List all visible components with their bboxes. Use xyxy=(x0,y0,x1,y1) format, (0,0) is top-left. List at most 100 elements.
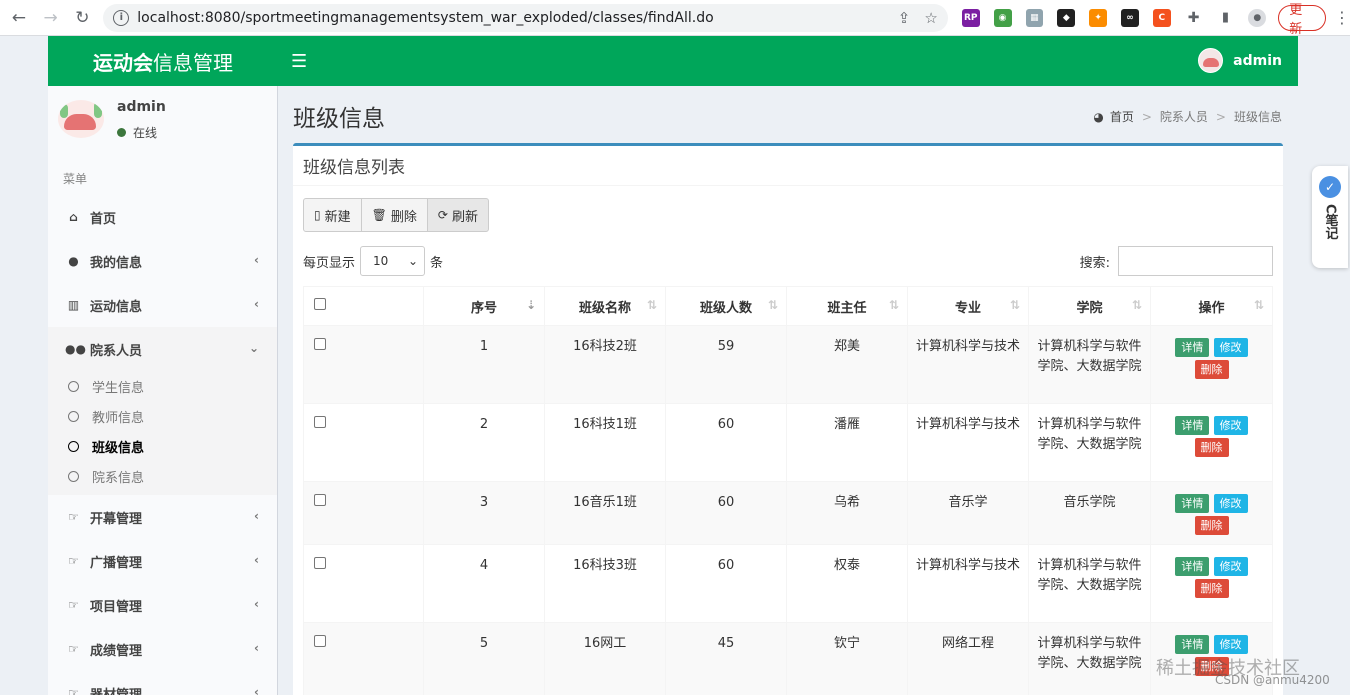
cell-count: 45 xyxy=(665,622,787,695)
bookmark-star-icon[interactable]: ☆ xyxy=(924,9,937,27)
row-checkbox[interactable] xyxy=(303,622,424,695)
circle-icon xyxy=(68,380,79,392)
edit-button[interactable]: 修改 xyxy=(1213,557,1248,576)
search-input[interactable] xyxy=(1118,246,1273,276)
breadcrumb-home[interactable]: 首页 xyxy=(1110,108,1134,125)
share-icon[interactable]: ⇪ xyxy=(898,9,911,27)
puzzle-extension-icon[interactable]: ✚ xyxy=(1184,8,1203,27)
cell-name: 16音乐1班 xyxy=(544,481,666,545)
cell-teacher: 乌希 xyxy=(786,481,908,545)
sort-icon: ⇅ xyxy=(767,298,778,312)
submenu-item-departments[interactable]: 院系信息 xyxy=(48,461,277,491)
cell-no: 2 xyxy=(423,403,545,482)
submenu-item-teachers[interactable]: 教师信息 xyxy=(48,401,277,431)
cell-no: 3 xyxy=(423,481,545,545)
update-button[interactable]: 更新 xyxy=(1278,3,1327,37)
sort-icon: ⇅ xyxy=(1131,298,1142,312)
sidebar-avatar xyxy=(58,100,104,138)
refresh-button[interactable]: ⟳ 刷新 xyxy=(426,198,489,232)
address-bar[interactable]: i localhost:8080/sportmeetingmanagements… xyxy=(103,3,948,32)
sidebar-item-my-info[interactable]: ● 我的信息 ‹ xyxy=(48,239,277,283)
cell-teacher: 钦宁 xyxy=(786,622,908,695)
page-title: 班级信息 xyxy=(293,106,385,132)
detail-button[interactable]: 详情 xyxy=(1175,416,1210,435)
column-header-teacher[interactable]: 班主任 ⇅ xyxy=(786,286,908,326)
sidebar-item-department-staff[interactable]: ●● 院系人员 ⌄ xyxy=(48,327,277,371)
profile-icon[interactable]: ● xyxy=(1248,8,1267,27)
row-checkbox[interactable] xyxy=(303,325,424,404)
breadcrumb-department-staff[interactable]: 院系人员 xyxy=(1160,108,1208,125)
delete-row-button[interactable]: 删除 xyxy=(1194,516,1229,535)
cell-college: 计算机科学与软件学院、大数据学院 xyxy=(1028,544,1151,623)
more-menu-icon[interactable]: ⋮ xyxy=(1334,8,1350,27)
chat-extension-icon[interactable]: ◉ xyxy=(993,8,1012,27)
delete-button[interactable]: 🗑 删除 xyxy=(360,198,428,232)
chevron-left-icon: ‹ xyxy=(254,297,259,311)
orange-extension-icon[interactable]: ✦ xyxy=(1089,8,1108,27)
watermark-credit: CSDN @anmu4200 xyxy=(1215,673,1330,687)
chevron-left-icon: ‹ xyxy=(254,553,259,567)
new-button[interactable]: ▯ 新建 xyxy=(303,198,362,232)
hand-pointer-icon: ☞ xyxy=(68,510,79,524)
edit-button[interactable]: 修改 xyxy=(1213,635,1248,654)
row-checkbox[interactable] xyxy=(303,403,424,482)
chevron-left-icon: ‹ xyxy=(254,509,259,523)
sidepanel-icon[interactable]: ▮ xyxy=(1216,8,1235,27)
image-extension-icon[interactable]: ▦ xyxy=(1025,8,1044,27)
reload-icon[interactable]: ↻ xyxy=(70,5,96,31)
detail-button[interactable]: 详情 xyxy=(1175,635,1210,654)
delete-row-button[interactable]: 删除 xyxy=(1194,579,1229,598)
chevron-left-icon: ‹ xyxy=(254,253,259,267)
sidebar-toggle-icon[interactable]: ☰ xyxy=(291,51,307,72)
length-suffix: 条 xyxy=(430,255,444,271)
edit-button[interactable]: 修改 xyxy=(1213,338,1248,357)
c-notes-widget[interactable]: ✓ C笔记 xyxy=(1312,166,1348,268)
column-header-actions[interactable]: 操作 ⇅ xyxy=(1150,286,1273,326)
app-logo[interactable]: 运动会 信息管理 xyxy=(48,36,278,86)
row-checkbox[interactable] xyxy=(303,481,424,545)
edit-button[interactable]: 修改 xyxy=(1213,416,1248,435)
site-info-icon[interactable]: i xyxy=(113,9,130,26)
detail-button[interactable]: 详情 xyxy=(1175,338,1210,357)
detail-button[interactable]: 详情 xyxy=(1175,557,1210,576)
column-header-no[interactable]: 序号 ⇣ xyxy=(423,286,545,326)
row-checkbox[interactable] xyxy=(303,544,424,623)
sidebar-item-equipment[interactable]: ☞ 器材管理 ‹ xyxy=(48,671,277,695)
infinity-extension-icon[interactable]: ∞ xyxy=(1121,8,1139,27)
back-icon[interactable]: ← xyxy=(6,5,32,31)
sidebar-item-sports-info[interactable]: ▥ 运动信息 ‹ xyxy=(48,283,277,327)
cell-name: 16科技1班 xyxy=(544,403,666,482)
cell-name: 16科技2班 xyxy=(544,325,666,404)
sidebar-item-projects[interactable]: ☞ 项目管理 ‹ xyxy=(48,583,277,627)
cell-college: 音乐学院 xyxy=(1028,481,1151,545)
sort-icon: ⇅ xyxy=(646,298,657,312)
sidebar-item-scores[interactable]: ☞ 成绩管理 ‹ xyxy=(48,627,277,671)
hand-pointer-icon: ☞ xyxy=(68,642,79,656)
edit-button[interactable]: 修改 xyxy=(1213,494,1248,513)
cell-college: 计算机科学与软件学院、大数据学院 xyxy=(1028,403,1151,482)
cell-count: 60 xyxy=(665,403,787,482)
delete-row-button[interactable]: 删除 xyxy=(1194,438,1229,457)
submenu-item-classes[interactable]: 班级信息 xyxy=(48,431,277,461)
delete-row-button[interactable]: 删除 xyxy=(1194,360,1229,379)
game-extension-icon[interactable]: ◆ xyxy=(1057,8,1076,27)
sidebar-item-home[interactable]: ⌂ 首页 xyxy=(48,195,277,239)
column-header-name[interactable]: 班级名称 ⇅ xyxy=(544,286,666,326)
cell-name: 16网工 xyxy=(544,622,666,695)
column-header-count[interactable]: 班级人数 ⇅ xyxy=(665,286,787,326)
c-extension-icon[interactable]: C xyxy=(1152,8,1171,27)
submenu-item-students[interactable]: 学生信息 xyxy=(48,371,277,401)
select-all-checkbox[interactable] xyxy=(303,286,424,326)
browser-toolbar: ← → ↻ i localhost:8080/sportmeetingmanag… xyxy=(0,0,1350,37)
sidebar-item-opening[interactable]: ☞ 开幕管理 ‹ xyxy=(48,495,277,539)
detail-button[interactable]: 详情 xyxy=(1175,494,1210,513)
sidebar-item-broadcast[interactable]: ☞ 广播管理 ‹ xyxy=(48,539,277,583)
column-header-major[interactable]: 专业 ⇅ xyxy=(907,286,1029,326)
forward-icon[interactable]: → xyxy=(38,5,64,31)
cell-no: 4 xyxy=(423,544,545,623)
rp-extension-icon[interactable]: RP xyxy=(961,8,980,27)
page-length-select[interactable]: 10 ⌄ xyxy=(360,246,426,276)
chevron-down-icon: ⌄ xyxy=(248,341,259,355)
column-header-college[interactable]: 学院 ⇅ xyxy=(1028,286,1151,326)
user-menu[interactable]: admin xyxy=(1198,48,1282,73)
